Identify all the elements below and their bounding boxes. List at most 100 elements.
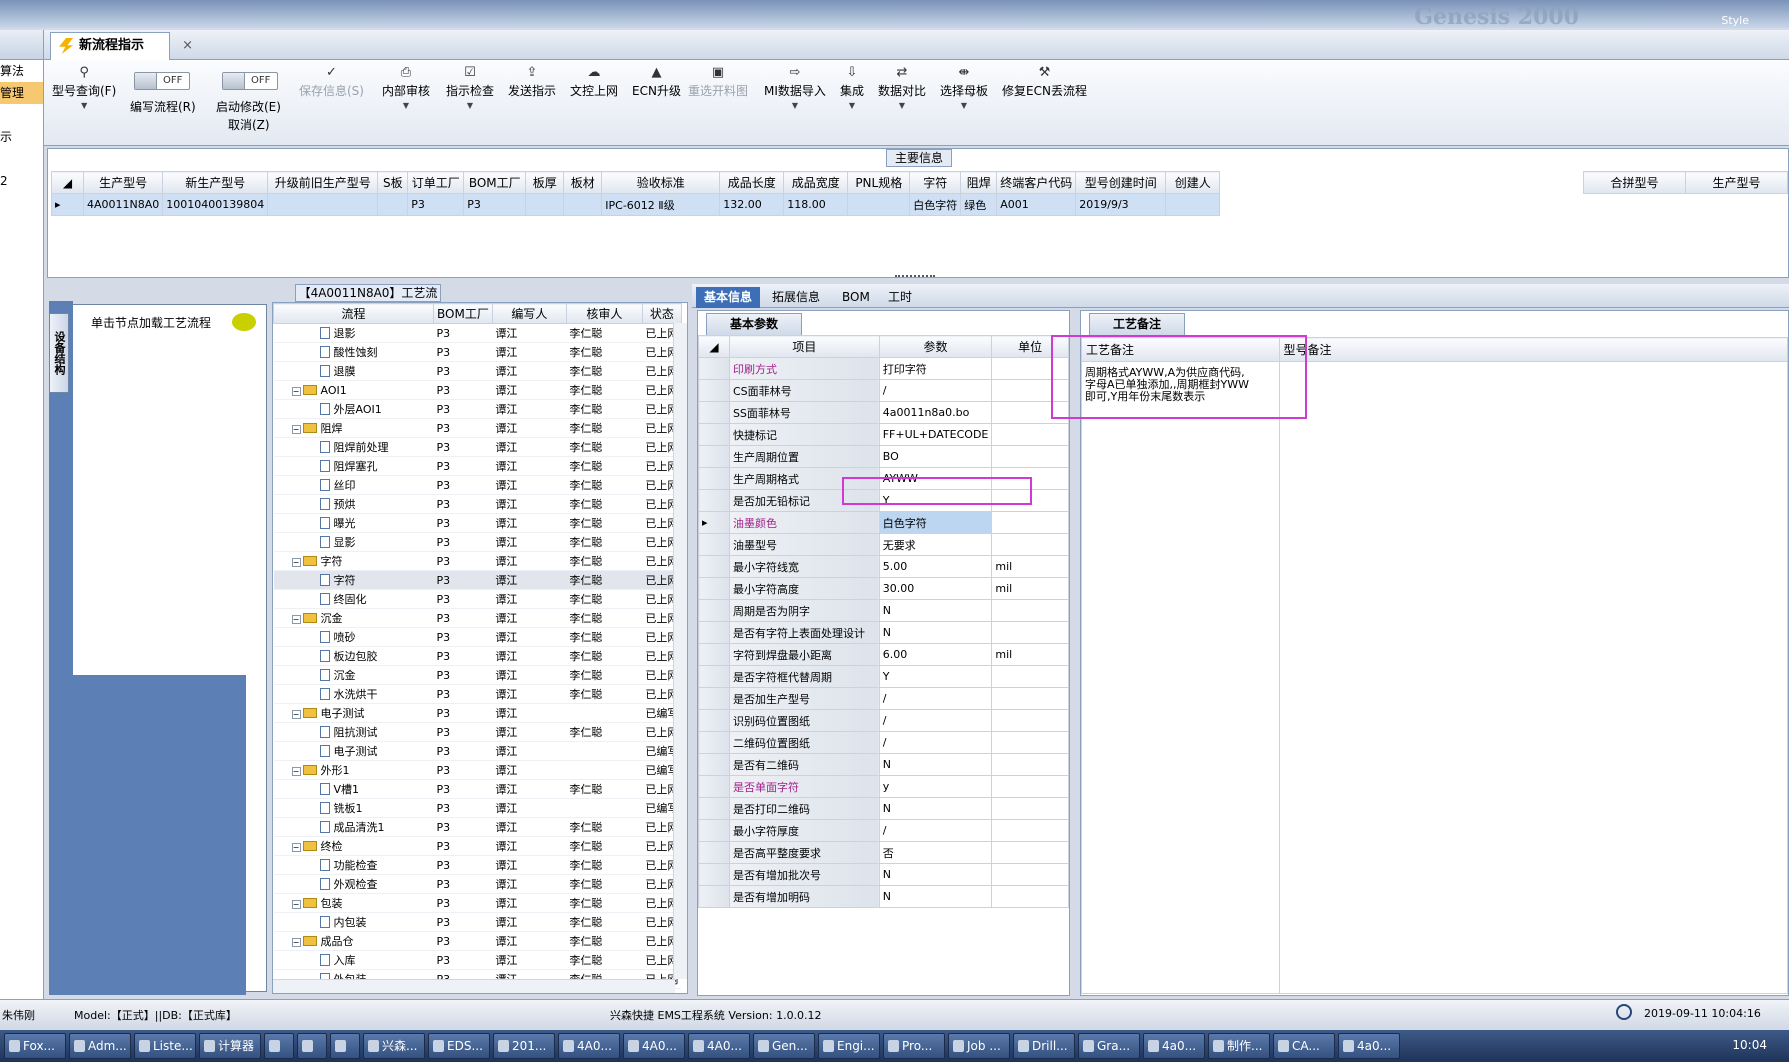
column-header[interactable]: 阻焊 <box>960 171 998 194</box>
select-motherboard-button[interactable]: ⇼ 选择母板 ▼ <box>940 64 988 113</box>
param-row[interactable]: CS面菲林号 / <box>698 379 1069 402</box>
left-nav-item[interactable]: 算法 <box>0 60 43 82</box>
tree-row[interactable]: 阻焊前处理 P3 谭江 李仁聪 已上网 <box>273 437 682 457</box>
collapse-icon[interactable]: − <box>291 710 301 719</box>
tree-node[interactable]: 内包装 <box>273 912 434 932</box>
param-value[interactable]: / <box>878 379 993 402</box>
column-header[interactable]: 型号创建时间 <box>1075 171 1167 194</box>
data-compare-button[interactable]: ⇄ 数据对比 ▼ <box>878 64 926 113</box>
column-header[interactable]: BOM工厂 <box>433 303 493 324</box>
tree-node[interactable]: 退膜 <box>273 361 434 381</box>
param-row[interactable]: 是否有字符上表面处理设计 N <box>698 621 1069 644</box>
doc-control-online-button[interactable]: ☁ 文控上网 <box>570 64 618 99</box>
column-header[interactable]: S板 <box>377 171 409 194</box>
param-row[interactable]: 生产周期位置 BO <box>698 445 1069 468</box>
tree-row[interactable]: − 成品仓 P3 谭江 李仁聪 已上网 <box>273 931 682 951</box>
param-row[interactable]: ▸ 油墨颜色 白色字符 <box>698 511 1069 534</box>
tree-node[interactable]: 曝光 <box>273 513 434 533</box>
column-header[interactable]: 核审人 <box>565 303 643 324</box>
param-value[interactable]: / <box>878 709 993 732</box>
param-row[interactable]: 是否有二维码 N <box>698 753 1069 776</box>
taskbar-button[interactable]: Gra... <box>1078 1033 1140 1059</box>
param-value[interactable]: N <box>878 863 993 886</box>
tree-row[interactable]: 字符 P3 谭江 李仁聪 已上网 <box>273 570 682 590</box>
column-header[interactable]: 新生产型号 <box>162 171 269 194</box>
tab-new-process[interactable]: 新流程指示 × <box>50 32 193 60</box>
param-value[interactable]: BO <box>878 445 993 468</box>
param-value[interactable]: N <box>878 621 993 644</box>
param-row[interactable]: 是否单面字符 y <box>698 775 1069 798</box>
param-value[interactable]: 6.00 <box>878 643 993 666</box>
tree-node[interactable]: − 终检 <box>273 836 434 856</box>
tree-row[interactable]: 曝光 P3 谭江 李仁聪 已上网 <box>273 513 682 533</box>
tree-row[interactable]: 板边包胶 P3 谭江 李仁聪 已上网 <box>273 646 682 666</box>
tree-row[interactable]: − 字符 P3 谭江 李仁聪 已上网 <box>273 551 682 571</box>
param-value[interactable]: 30.00 <box>878 577 993 600</box>
param-value[interactable]: 4a0011n8a0.bo <box>878 401 993 424</box>
tree-node[interactable]: 入库 <box>273 950 434 970</box>
column-header[interactable]: PNL规格 <box>847 171 911 194</box>
column-header[interactable]: 板厚 <box>525 171 565 194</box>
tree-row[interactable]: 终固化 P3 谭江 李仁聪 已上网 <box>273 589 682 609</box>
param-value[interactable]: N <box>878 753 993 776</box>
tree-node[interactable]: 丝印 <box>273 475 434 495</box>
tree-horizontal-scrollbar[interactable] <box>273 979 675 993</box>
tree-row[interactable]: 阻焊塞孔 P3 谭江 李仁聪 已上网 <box>273 456 682 476</box>
tab-equipment-structure[interactable]: 设备结构 <box>49 313 69 393</box>
tree-node[interactable]: 喷砂 <box>273 627 434 647</box>
tree-row[interactable]: − 终检 P3 谭江 李仁聪 已上网 <box>273 836 682 856</box>
taskbar-button[interactable]: Fox... <box>4 1033 66 1059</box>
tree-row[interactable]: 退膜 P3 谭江 李仁聪 已上网 <box>273 361 682 381</box>
model-note-cell[interactable] <box>1278 361 1789 994</box>
taskbar-button[interactable]: Liste... <box>134 1033 196 1059</box>
tree-row[interactable]: 铣板1 P3 谭江 已编写 <box>273 798 682 818</box>
tree-node[interactable]: − 成品仓 <box>273 931 434 951</box>
tree-node[interactable]: 阻抗测试 <box>273 722 434 742</box>
tree-node[interactable]: 板边包胶 <box>273 646 434 666</box>
tree-node[interactable]: 酸性蚀刻 <box>273 342 434 362</box>
tree-node[interactable]: 外层AOI1 <box>273 399 434 419</box>
tree-row[interactable]: 功能检查 P3 谭江 李仁聪 已上网 <box>273 855 682 875</box>
tab-work-hours[interactable]: 工时 <box>880 287 920 308</box>
tab-bom[interactable]: BOM <box>834 287 878 308</box>
save-info-button[interactable]: ✓ 保存信息(S) <box>299 64 364 99</box>
taskbar-button[interactable]: 4A0... <box>623 1033 685 1059</box>
tree-row[interactable]: 酸性蚀刻 P3 谭江 李仁聪 已上网 <box>273 342 682 362</box>
column-header[interactable]: 项目 <box>728 335 880 358</box>
param-value[interactable]: Y <box>878 665 993 688</box>
tree-node[interactable]: 阻焊塞孔 <box>273 456 434 476</box>
taskbar-button[interactable]: Adm... <box>69 1033 131 1059</box>
param-row[interactable]: 快捷标记 FF+UL+DATECODE <box>698 423 1069 446</box>
left-nav-item[interactable] <box>0 104 43 126</box>
param-row[interactable]: 是否字符框代替周期 Y <box>698 665 1069 688</box>
instruction-check-button[interactable]: ☑ 指示检查 ▼ <box>446 64 494 113</box>
main-cell[interactable]: A001 <box>996 193 1077 216</box>
param-value[interactable]: / <box>878 731 993 754</box>
param-row[interactable]: 是否有增加批次号 N <box>698 863 1069 886</box>
tree-row[interactable]: − 外形1 P3 谭江 已编写 <box>273 760 682 780</box>
tree-node[interactable]: − 字符 <box>273 551 434 571</box>
param-row[interactable]: 二维码位置图纸 / <box>698 731 1069 754</box>
taskbar-button[interactable]: Drill... <box>1013 1033 1075 1059</box>
tree-row[interactable]: 退影 P3 谭江 李仁聪 已上网 <box>273 323 682 343</box>
column-header[interactable]: 字符 <box>909 171 962 194</box>
tree-node[interactable]: 终固化 <box>273 589 434 609</box>
tree-row[interactable]: 喷砂 P3 谭江 李仁聪 已上网 <box>273 627 682 647</box>
main-cell[interactable]: 绿色 <box>960 193 998 216</box>
tree-node[interactable]: 成品清洗1 <box>273 817 434 837</box>
param-value[interactable]: N <box>878 885 993 908</box>
taskbar-button[interactable]: 201... <box>493 1033 555 1059</box>
param-value[interactable]: N <box>878 797 993 820</box>
taskbar-button[interactable]: 4A0... <box>688 1033 750 1059</box>
tree-node[interactable]: − 电子测试 <box>273 703 434 723</box>
tree-row[interactable]: 丝印 P3 谭江 李仁聪 已上网 <box>273 475 682 495</box>
left-nav-item[interactable] <box>0 148 43 170</box>
internal-review-button[interactable]: ⎙ 内部审核 ▼ <box>382 64 430 113</box>
main-cell[interactable]: P3 <box>463 193 527 216</box>
param-value[interactable]: N <box>878 599 993 622</box>
process-note-cell[interactable] <box>1081 361 1280 994</box>
param-row[interactable]: 最小字符高度 30.00 mil <box>698 577 1069 600</box>
edit-process-toggle[interactable]: OFF <box>134 72 190 90</box>
column-header[interactable]: 生产型号 <box>82 171 164 194</box>
param-row[interactable]: 油墨型号 无要求 <box>698 533 1069 556</box>
